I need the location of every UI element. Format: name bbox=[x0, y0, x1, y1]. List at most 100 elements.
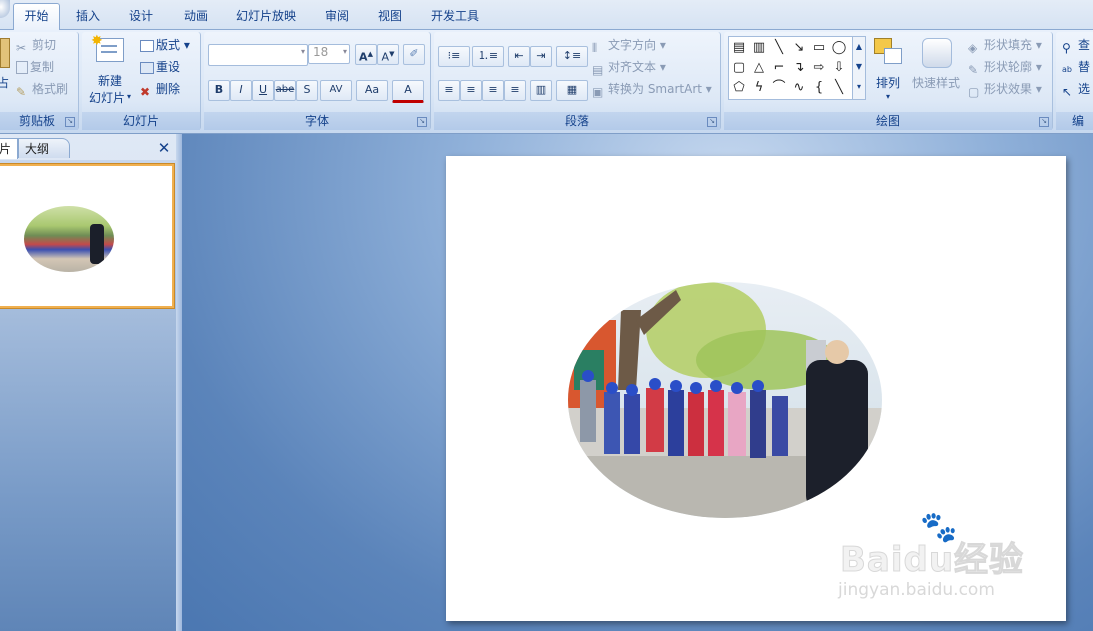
gallery-scroll[interactable]: ▲ ▼ ▾ bbox=[852, 36, 866, 100]
shape-oval[interactable]: ◯ bbox=[831, 41, 847, 55]
select-button[interactable]: ↖ 选 bbox=[1062, 80, 1091, 99]
shape-elbow[interactable]: ⌐ bbox=[771, 61, 787, 75]
font-size-combo[interactable]: 18 ▾ bbox=[308, 44, 350, 64]
align-left-button[interactable]: ≡ bbox=[438, 80, 460, 101]
shape-fill-button[interactable]: ◈ 形状填充 ▾ bbox=[968, 36, 1042, 55]
new-slide-label-1[interactable]: 新建 bbox=[98, 72, 122, 89]
shadow-button[interactable]: S bbox=[296, 80, 318, 101]
align-right-button[interactable]: ≡ bbox=[482, 80, 504, 101]
shape-rectangle[interactable]: ▭ bbox=[811, 41, 827, 55]
shape-lightning[interactable]: ϟ bbox=[751, 81, 767, 95]
tab-home[interactable]: 开始 bbox=[13, 3, 60, 30]
clear-format-button[interactable]: ✐ bbox=[403, 44, 425, 65]
shape-effects-icon: ▢ bbox=[968, 84, 980, 99]
distributed-button[interactable]: ▥ bbox=[530, 80, 552, 101]
chevron-down-icon[interactable]: ▾ bbox=[886, 92, 890, 101]
format-painter-button[interactable]: ✎ 格式刷 bbox=[16, 80, 68, 99]
shape-diag-line[interactable]: ╲ bbox=[831, 81, 847, 95]
justify-button[interactable]: ≡ bbox=[504, 80, 526, 101]
close-icon[interactable]: ✕ bbox=[156, 139, 172, 157]
text-direction-button[interactable]: ⫴ 文字方向 ▾ bbox=[592, 36, 666, 55]
decrease-indent-button[interactable]: ⇤ bbox=[508, 46, 530, 67]
arrange-icon[interactable] bbox=[874, 38, 902, 66]
tab-outline[interactable]: 大纲 bbox=[18, 138, 70, 158]
shape-outline-button[interactable]: ✎ 形状轮廓 ▾ bbox=[968, 58, 1042, 77]
delete-button[interactable]: ✖ 删除 bbox=[140, 80, 180, 99]
font-group: ▾ 18 ▾ A▲ A▼ ✐ B I U abe S AV Aa A 字体 ↘ bbox=[204, 32, 431, 130]
find-button[interactable]: ⚲ 查 bbox=[1062, 36, 1090, 55]
line-spacing-button[interactable]: ↕≡ bbox=[556, 46, 588, 67]
tab-slideshow[interactable]: 幻灯片放映 bbox=[232, 5, 300, 27]
font-name-combo[interactable]: ▾ bbox=[208, 44, 308, 66]
tab-insert[interactable]: 插入 bbox=[70, 5, 106, 27]
chevron-down-icon[interactable]: ▾ bbox=[343, 47, 347, 56]
quick-styles-icon[interactable] bbox=[922, 38, 952, 68]
shape-right-arrow[interactable]: ⇨ bbox=[811, 61, 827, 75]
shape-arc[interactable]: ⌒ bbox=[771, 81, 787, 95]
shape-down-arrow[interactable]: ⇩ bbox=[831, 61, 847, 75]
shape-curve[interactable]: ∿ bbox=[791, 81, 807, 95]
numbering-button[interactable]: ⒈≡ bbox=[472, 46, 504, 67]
shape-effects-button[interactable]: ▢ 形状效果 ▾ bbox=[968, 80, 1042, 99]
font-color-button[interactable]: A bbox=[392, 80, 424, 103]
tab-review[interactable]: 审阅 bbox=[318, 5, 356, 27]
cut-button[interactable]: ✂ 剪切 bbox=[16, 36, 56, 55]
paste-icon[interactable] bbox=[0, 38, 10, 68]
increase-indent-button[interactable]: ⇥ bbox=[530, 46, 552, 67]
grow-font-button[interactable]: A▲ bbox=[355, 44, 377, 65]
quick-styles-label[interactable]: 快速样式 bbox=[912, 74, 960, 91]
italic-button[interactable]: I bbox=[230, 80, 252, 101]
thumbnail-person bbox=[90, 224, 104, 264]
shape-triangle[interactable]: △ bbox=[751, 61, 767, 75]
shape-elbow-arrow[interactable]: ↴ bbox=[791, 61, 807, 75]
tab-design[interactable]: 设计 bbox=[123, 5, 159, 27]
bullets-button[interactable]: ⁝≡ bbox=[438, 46, 470, 67]
tab-slides[interactable]: 片 bbox=[0, 138, 18, 159]
reset-button[interactable]: 重设 bbox=[140, 58, 180, 76]
chevron-down-icon[interactable]: ▾ bbox=[301, 47, 305, 56]
clipboard-group: 占 ✂ 剪切 复制 ✎ 格式刷 剪贴板 ↘ bbox=[0, 32, 79, 130]
delete-icon: ✖ bbox=[140, 84, 151, 99]
bold-button[interactable]: B bbox=[208, 80, 230, 101]
replace-button[interactable]: ab 替 bbox=[1062, 58, 1090, 76]
change-case-button[interactable]: Aa bbox=[356, 80, 388, 101]
arrange-label[interactable]: 排列 bbox=[876, 74, 900, 91]
shape-rounded-rect[interactable]: ▢ bbox=[731, 61, 747, 75]
shapes-gallery[interactable]: ▤ ▥ ╲ ↘ ▭ ◯ ▢ △ ⌐ ↴ ⇨ ⇩ ⬠ ϟ ⌒ ∿ { ╲ bbox=[728, 36, 856, 100]
font-launcher[interactable]: ↘ bbox=[417, 117, 427, 127]
layout-button[interactable]: 版式 ▾ bbox=[140, 36, 190, 54]
slide-thumbnail[interactable] bbox=[0, 164, 174, 308]
slides-group: ✸ 新建 幻灯片 ▾ 版式 ▾ 重设 ✖ 删除 幻灯片 bbox=[82, 32, 201, 130]
format-painter-icon: ✎ bbox=[16, 84, 27, 99]
paragraph-launcher[interactable]: ↘ bbox=[707, 117, 717, 127]
new-slide-label-2[interactable]: 幻灯片 bbox=[89, 89, 125, 106]
shape-arrow-line[interactable]: ↘ bbox=[791, 41, 807, 55]
new-slide-icon[interactable]: ✸ bbox=[91, 33, 124, 62]
underline-button[interactable]: U bbox=[252, 80, 274, 101]
copy-button[interactable]: 复制 bbox=[16, 58, 54, 76]
tab-view[interactable]: 视图 bbox=[370, 5, 410, 27]
paste-label[interactable]: 占 bbox=[0, 74, 9, 91]
shape-brace[interactable]: { bbox=[811, 81, 827, 95]
chevron-down-icon[interactable]: ▾ bbox=[127, 92, 131, 101]
shape-outline-icon: ✎ bbox=[968, 62, 979, 77]
strikethrough-button[interactable]: abe bbox=[274, 80, 296, 101]
convert-smartart-button[interactable]: ▣ 转换为 SmartArt ▾ bbox=[592, 80, 712, 99]
align-text-button[interactable]: ▤ 对齐文本 ▾ bbox=[592, 58, 666, 77]
drawing-launcher[interactable]: ↘ bbox=[1039, 117, 1049, 127]
shape-line[interactable]: ╲ bbox=[771, 41, 787, 55]
tab-animations[interactable]: 动画 bbox=[176, 5, 216, 27]
oval-photo[interactable] bbox=[566, 280, 884, 520]
align-center-button[interactable]: ≡ bbox=[460, 80, 482, 101]
columns-button[interactable]: ▦ bbox=[556, 80, 588, 101]
shape-vtextbox[interactable]: ▥ bbox=[751, 41, 767, 55]
shape-freeform[interactable]: ⬠ bbox=[731, 81, 747, 95]
clipboard-launcher[interactable]: ↘ bbox=[65, 117, 75, 127]
shrink-font-button[interactable]: A▼ bbox=[377, 44, 399, 65]
select-label: 选 bbox=[1078, 82, 1091, 96]
shape-textbox[interactable]: ▤ bbox=[731, 41, 747, 55]
text-direction-icon: ⫴ bbox=[592, 40, 598, 55]
char-spacing-button[interactable]: AV bbox=[320, 80, 352, 101]
office-button-edge[interactable] bbox=[0, 0, 10, 18]
tab-developer[interactable]: 开发工具 bbox=[424, 5, 486, 27]
